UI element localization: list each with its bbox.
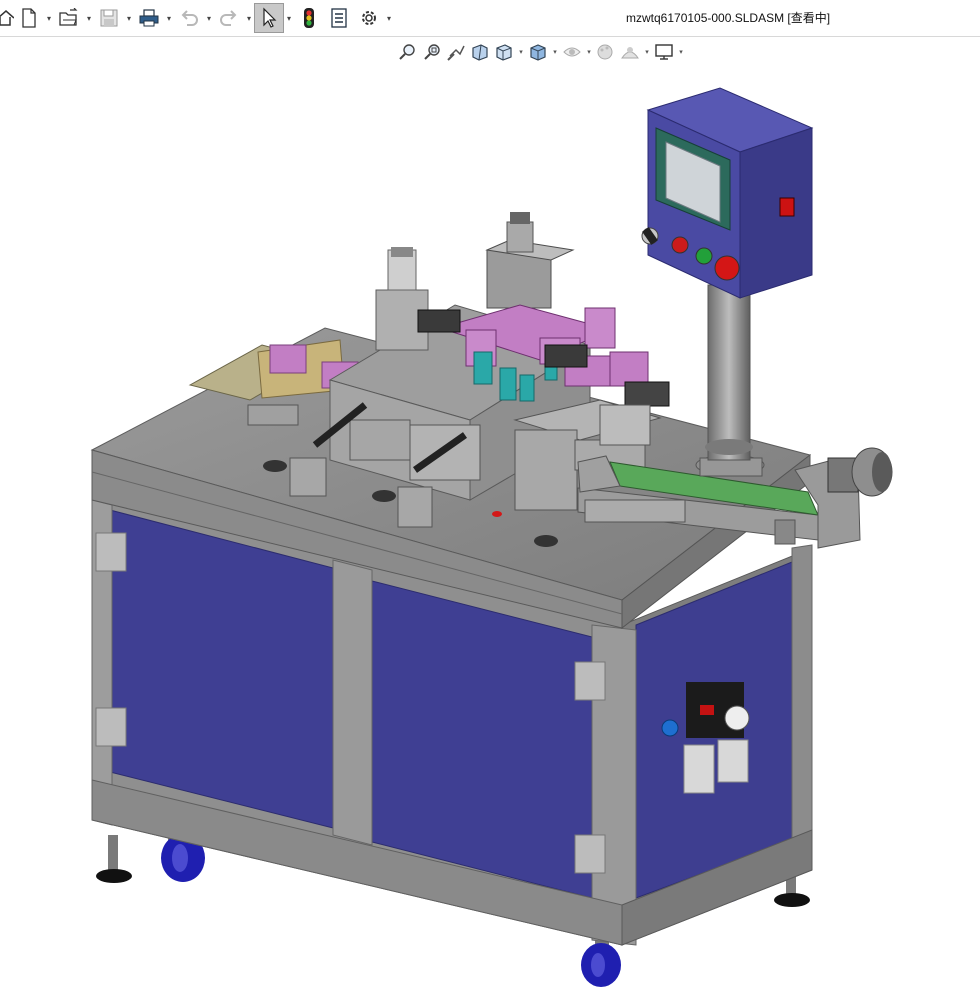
new-document-icon[interactable] [14,3,44,33]
red-push-button [671,236,689,254]
door-hinge [95,532,127,572]
assembly-3d-model[interactable] [0,37,980,994]
options-gear-icon[interactable] [354,3,384,33]
door-hinge [574,834,606,874]
graphics-viewport[interactable] [0,37,980,994]
emergency-stop-button [714,255,740,281]
save-icon[interactable] [94,3,124,33]
chevron-down-icon[interactable]: ▾ [84,3,94,33]
chevron-down-icon[interactable]: ▾ [284,3,294,33]
undo-icon[interactable] [174,3,204,33]
file-properties-icon[interactable] [324,3,354,33]
document-title: mzwtq6170105-000.SLDASM [查看中] [626,11,831,25]
rebuild-traffic-light-icon[interactable] [294,3,324,33]
leveling-foot-left [96,835,132,883]
select-cursor-icon[interactable] [254,3,284,33]
power-indicator [779,197,795,217]
chevron-down-icon[interactable]: ▾ [244,3,254,33]
selector-switch [641,227,659,245]
print-icon[interactable] [134,3,164,33]
control-box [641,87,814,299]
home-icon[interactable] [0,3,14,33]
door-hinge [574,661,606,701]
chevron-down-icon[interactable]: ▾ [204,3,214,33]
conveyor-motor [827,447,893,497]
redo-icon[interactable] [214,3,244,33]
green-push-button [695,247,713,265]
open-folder-icon[interactable] [54,3,84,33]
chevron-down-icon[interactable]: ▾ [384,3,394,33]
standard-toolbar: ▾ ▾ ▾ ▾ ▾ ▾ ▾ ▾ mzwtq6170105-000.SLDASM … [0,0,980,37]
front-door-panel-right [371,580,593,899]
door-hinge [95,707,127,747]
chevron-down-icon[interactable]: ▾ [124,3,134,33]
chevron-down-icon[interactable]: ▾ [44,3,54,33]
servo-motor-top [485,212,575,309]
chevron-down-icon[interactable]: ▾ [164,3,174,33]
